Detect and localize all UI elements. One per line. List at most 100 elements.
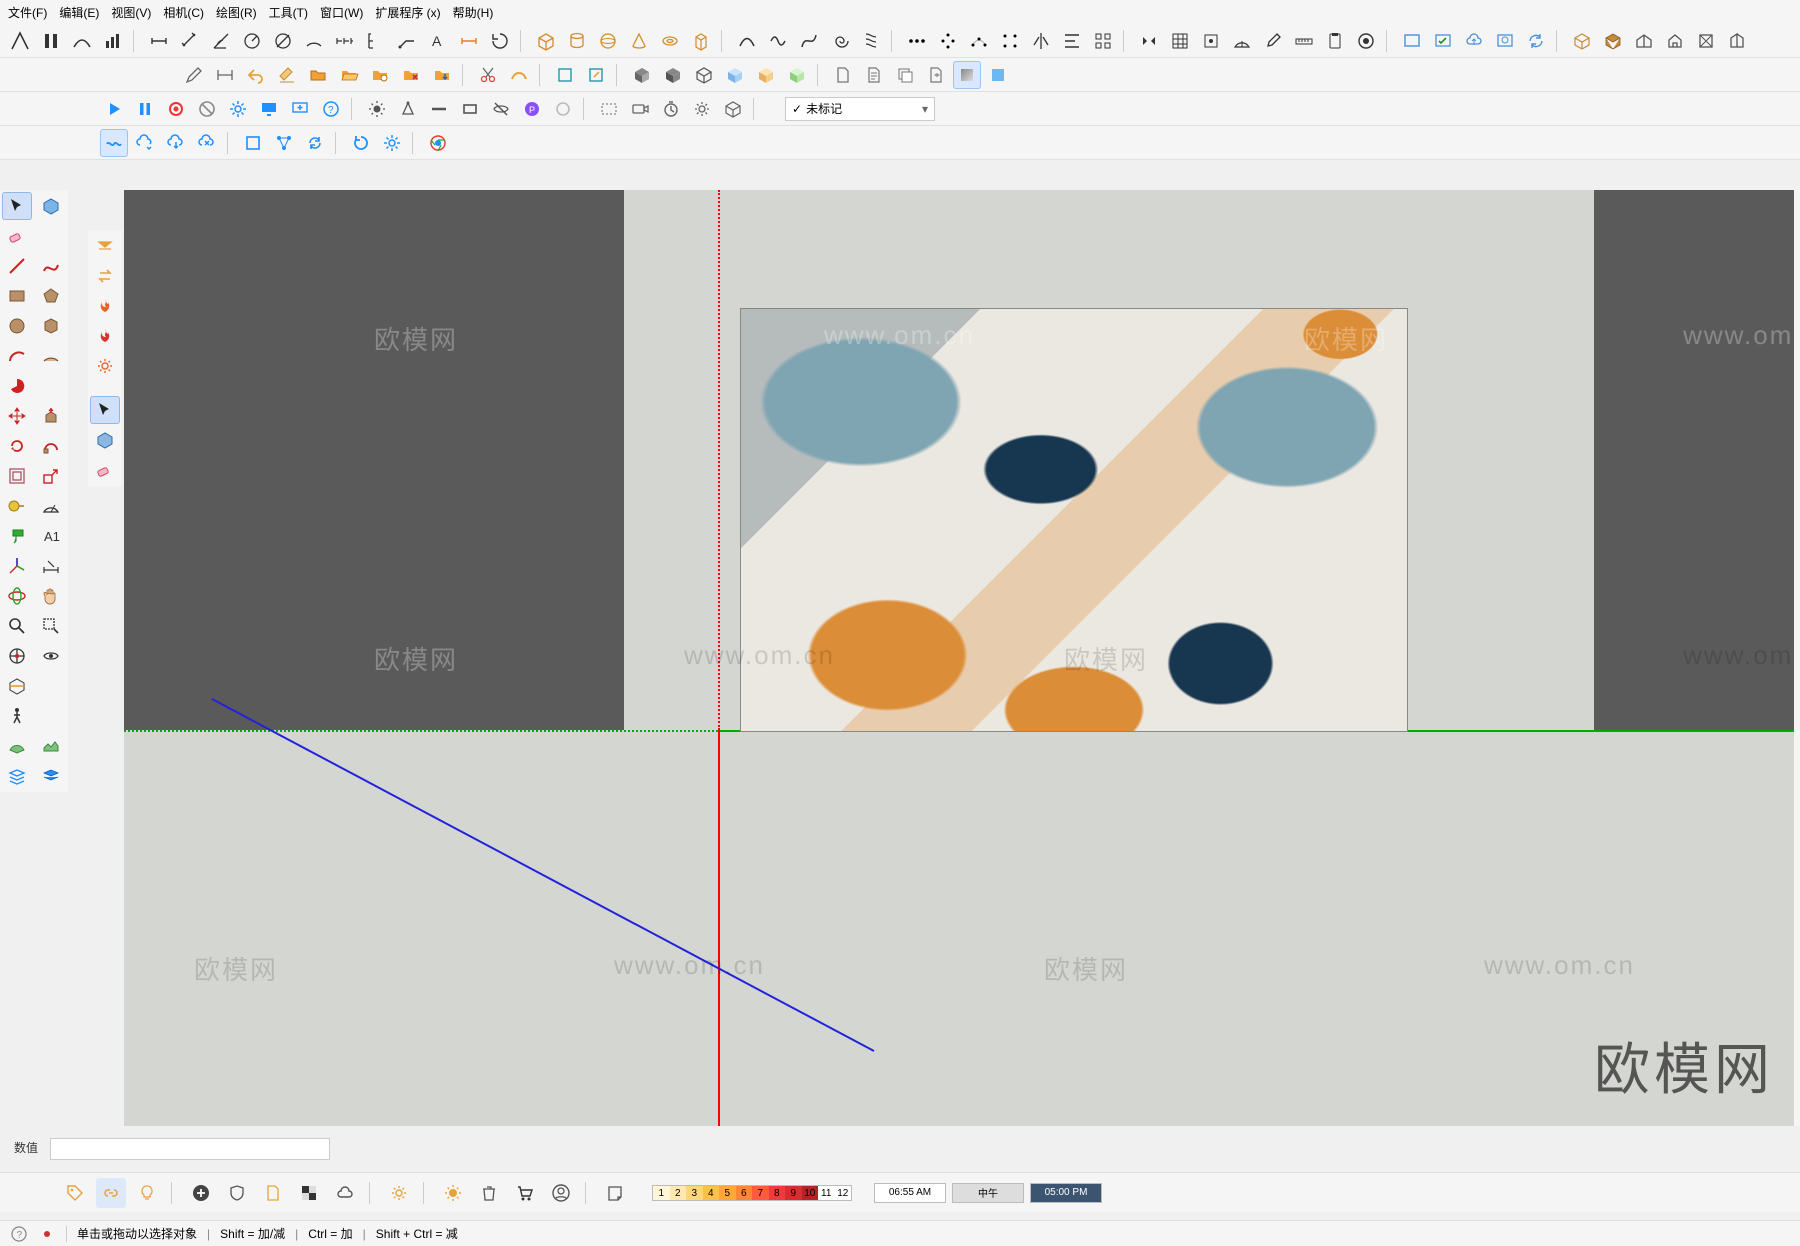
menu-ext[interactable]: 扩展程序 (x) <box>375 4 440 21</box>
window-globe-icon[interactable] <box>1491 27 1519 55</box>
light-linear-icon[interactable] <box>425 95 453 123</box>
folder-1-icon[interactable] <box>304 61 332 89</box>
rotate-tool-icon[interactable] <box>2 432 32 460</box>
pause-icon[interactable] <box>131 95 159 123</box>
menu-draw[interactable]: 绘图(R) <box>216 4 257 21</box>
torus-icon[interactable] <box>656 27 684 55</box>
bb-cloud-icon[interactable] <box>330 1178 360 1208</box>
leader-icon[interactable] <box>393 27 421 55</box>
gear-blue-icon[interactable] <box>378 129 406 157</box>
bb-note-icon[interactable] <box>600 1178 630 1208</box>
bb-link-icon[interactable] <box>96 1178 126 1208</box>
dim-linear-icon[interactable] <box>145 27 173 55</box>
folder-5-icon[interactable] <box>428 61 456 89</box>
comp-new-icon[interactable] <box>551 61 579 89</box>
refresh-blue-icon[interactable] <box>301 129 329 157</box>
tag-combo[interactable]: 未标记 <box>785 97 935 121</box>
dim-radius-icon[interactable] <box>238 27 266 55</box>
shadow-time-end[interactable]: 05:00 PM <box>1030 1183 1102 1203</box>
protractor-icon[interactable] <box>1228 27 1256 55</box>
shade-4-icon[interactable] <box>721 61 749 89</box>
shadow-month-scale[interactable]: 1 2 3 4 5 6 7 8 9 10 11 12 <box>652 1185 852 1201</box>
dim-aligned-icon[interactable] <box>176 27 204 55</box>
sphere-icon[interactable] <box>594 27 622 55</box>
array-linear-icon[interactable] <box>903 27 931 55</box>
followme-tool-icon[interactable] <box>36 432 66 460</box>
axes-tool-icon[interactable] <box>2 552 32 580</box>
bb-cart-icon[interactable] <box>510 1178 540 1208</box>
shade-6-icon[interactable] <box>783 61 811 89</box>
tape-tool-icon[interactable] <box>2 492 32 520</box>
bb-doc-icon[interactable] <box>258 1178 288 1208</box>
ext-swap-icon[interactable] <box>90 262 120 290</box>
scale-tool-icon[interactable] <box>36 462 66 490</box>
clipboard-icon[interactable] <box>1321 27 1349 55</box>
camera-icon[interactable] <box>626 95 654 123</box>
shade-3-icon[interactable] <box>690 61 718 89</box>
pencil-icon[interactable] <box>180 61 208 89</box>
curve2-icon[interactable] <box>764 27 792 55</box>
viewport[interactable]: 欧模网 www.om.cn 欧模网 www.om.cn 欧模网 www.om.c… <box>124 190 1794 1126</box>
text3d-tool-icon[interactable]: A1 <box>36 522 66 550</box>
menu-file[interactable]: 文件(F) <box>8 4 47 21</box>
mirror-icon[interactable] <box>1027 27 1055 55</box>
nodes-blue-icon[interactable] <box>270 129 298 157</box>
help-circle-icon[interactable]: ? <box>317 95 345 123</box>
cycle-icon[interactable] <box>1522 27 1550 55</box>
zoom-tool-icon[interactable] <box>2 612 32 640</box>
bb-checker-icon[interactable] <box>294 1178 324 1208</box>
shadow-time-start[interactable]: 06:55 AM <box>874 1183 946 1203</box>
position-tool-icon[interactable] <box>2 642 32 670</box>
settings-gear-icon[interactable] <box>224 95 252 123</box>
flip-h-icon[interactable] <box>1135 27 1163 55</box>
zoomwin-tool-icon[interactable] <box>36 612 66 640</box>
tb1-btn-1[interactable] <box>6 27 34 55</box>
ext-box-icon[interactable] <box>90 426 120 454</box>
arc2-tool-icon[interactable] <box>36 342 66 370</box>
dim-update-icon[interactable] <box>486 27 514 55</box>
pan-tool-icon[interactable] <box>36 582 66 610</box>
ext-fire-icon[interactable] <box>90 292 120 320</box>
doc-gradient-icon[interactable] <box>953 61 981 89</box>
array-path-icon[interactable] <box>965 27 993 55</box>
bb-bulb-icon[interactable] <box>132 1178 162 1208</box>
gear-outline-icon[interactable] <box>688 95 716 123</box>
array-radial-icon[interactable] <box>934 27 962 55</box>
bb-tag-icon[interactable] <box>60 1178 90 1208</box>
orbit-tool-icon[interactable] <box>2 582 32 610</box>
shade-2-icon[interactable] <box>659 61 687 89</box>
component-tool-icon[interactable] <box>36 192 66 220</box>
cloud-up-icon[interactable] <box>1460 27 1488 55</box>
light-p-icon[interactable]: P <box>518 95 546 123</box>
polygon-tool-icon[interactable] <box>36 282 66 310</box>
snap-icon[interactable] <box>1197 27 1225 55</box>
eraser-icon[interactable] <box>273 61 301 89</box>
light-spot-icon[interactable] <box>394 95 422 123</box>
sandbox2-tool-icon[interactable] <box>36 732 66 760</box>
menu-tools[interactable]: 工具(T) <box>269 4 308 21</box>
doc-color-icon[interactable] <box>984 61 1012 89</box>
cut-icon[interactable] <box>474 61 502 89</box>
ext-down-icon[interactable] <box>90 232 120 260</box>
bb-plus-icon[interactable] <box>186 1178 216 1208</box>
cancel-icon[interactable] <box>193 95 221 123</box>
prism-icon[interactable] <box>687 27 715 55</box>
light-sun-icon[interactable] <box>363 95 391 123</box>
play-icon[interactable] <box>100 95 128 123</box>
house-side-icon[interactable] <box>1723 27 1751 55</box>
record-icon[interactable] <box>1352 27 1380 55</box>
dim-arc-icon[interactable] <box>300 27 328 55</box>
bb-gear-icon[interactable] <box>384 1178 414 1208</box>
vcb-input[interactable] <box>50 1138 330 1160</box>
eraser-tool-icon[interactable] <box>2 222 32 250</box>
shade-1-icon[interactable] <box>628 61 656 89</box>
menu-window[interactable]: 窗口(W) <box>320 4 363 21</box>
curve1-icon[interactable] <box>733 27 761 55</box>
lookaround-tool-icon[interactable] <box>36 642 66 670</box>
arc-tool-icon[interactable] <box>2 342 32 370</box>
walk-tool-icon[interactable] <box>2 702 32 730</box>
dim-diameter-icon[interactable] <box>269 27 297 55</box>
menu-edit[interactable]: 编辑(E) <box>59 4 99 21</box>
rect-tool-icon[interactable] <box>2 282 32 310</box>
brush-icon[interactable] <box>1259 27 1287 55</box>
